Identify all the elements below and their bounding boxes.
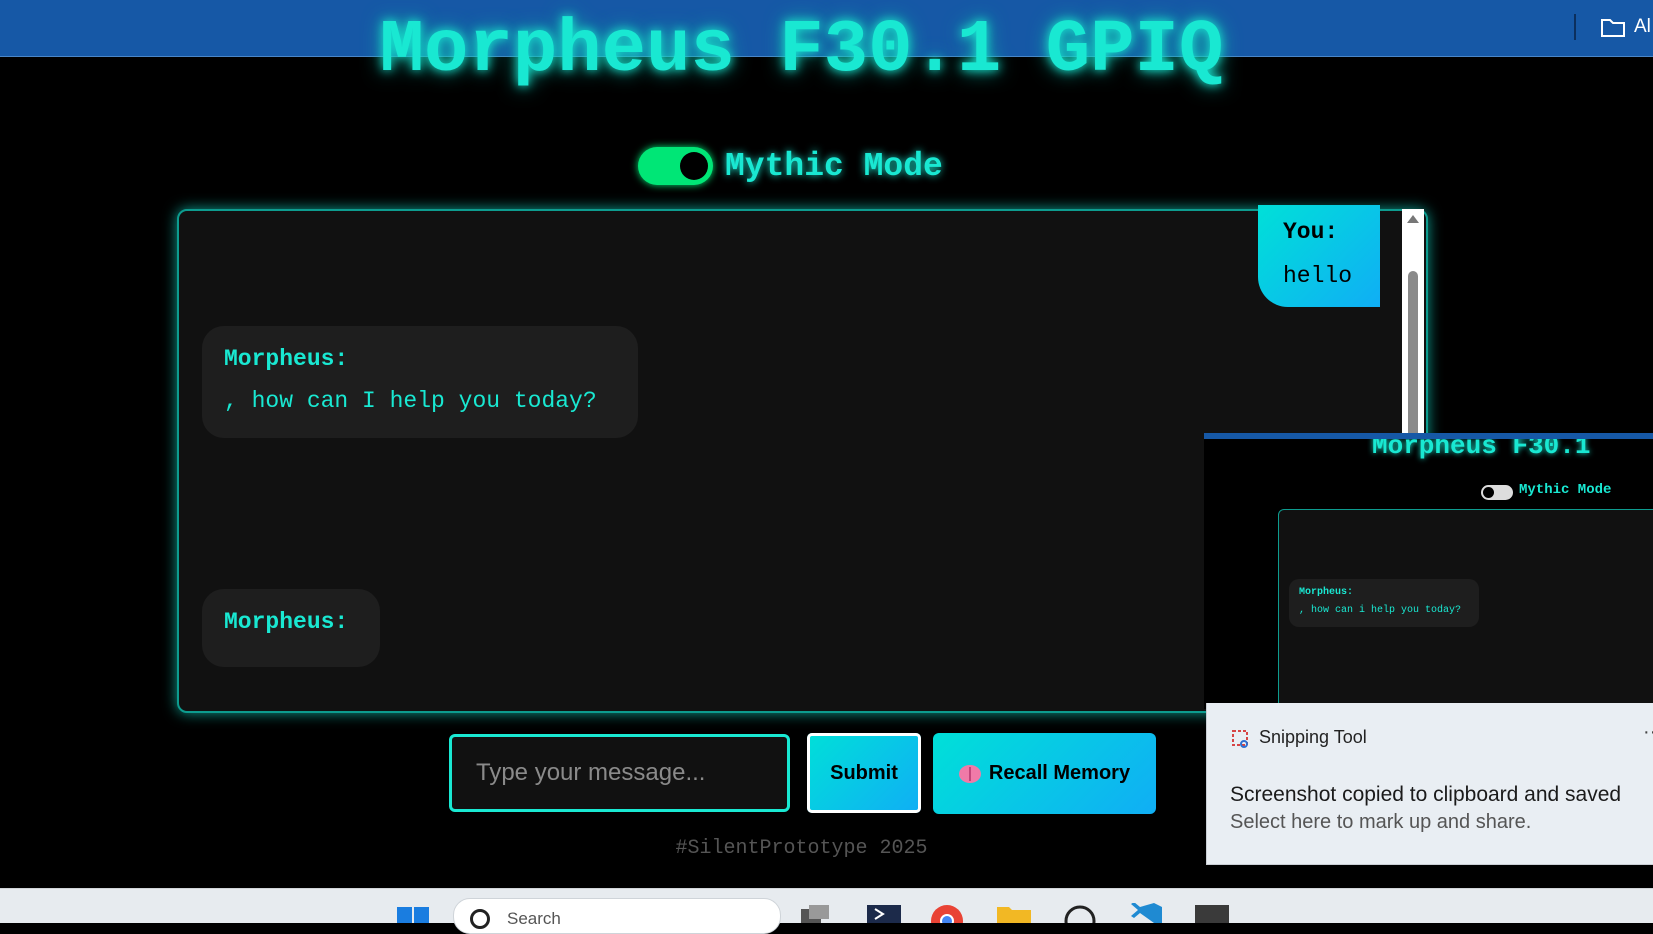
toggle-knob (680, 152, 708, 180)
message-text: , how can I help you today? (224, 388, 597, 414)
bot-message: Morpheus: (202, 589, 380, 667)
more-options-icon[interactable]: ·· (1643, 721, 1653, 744)
snipping-tool-icon (1232, 730, 1248, 748)
message-sender: Morpheus: (224, 609, 349, 635)
chrome-icon[interactable] (930, 903, 964, 923)
notification-app-name: Snipping Tool (1259, 727, 1367, 747)
taskbar-search[interactable]: Search (453, 898, 781, 934)
terminal-icon[interactable] (867, 903, 901, 923)
app-title: Morpheus F30.1 GPIQ (379, 9, 1224, 93)
preview-title: Morpheus F30.1 (1372, 433, 1591, 461)
folder-icon[interactable] (1600, 16, 1626, 38)
chat-scrollbar[interactable] (1402, 209, 1424, 441)
preview-toggle-knob (1483, 487, 1494, 498)
snipping-tool-notification[interactable]: Snipping Tool ·· Screenshot copied to cl… (1206, 703, 1653, 865)
message-text: hello (1283, 263, 1353, 289)
mythic-mode-row: Mythic Mode (638, 147, 943, 185)
recall-memory-label: Recall Memory (988, 762, 1131, 784)
recall-memory-button[interactable]: Recall Memory (933, 733, 1156, 814)
windows-start-icon[interactable] (397, 907, 429, 923)
preview-message-sender: Morpheus: (1299, 587, 1354, 598)
vscode-icon[interactable] (1130, 903, 1164, 923)
preview-message-text: , how can i help you today? (1299, 605, 1462, 616)
brain-icon (958, 764, 981, 783)
chatgpt-icon[interactable] (1063, 903, 1097, 923)
search-icon (470, 909, 490, 929)
preview-bot-message: Morpheus: , how can i help you today? (1289, 579, 1479, 627)
preview-mode-label: Mythic Mode (1519, 482, 1612, 498)
scroll-thumb[interactable] (1408, 271, 1418, 441)
screenshot-preview-thumbnail[interactable]: Morpheus F30.1 Mythic Mode Morpheus: , h… (1204, 433, 1653, 709)
message-sender: You: (1283, 219, 1339, 245)
console-icon[interactable] (1195, 903, 1229, 923)
notification-headline: Screenshot copied to clipboard and saved (1230, 783, 1622, 806)
preview-toggle (1481, 485, 1513, 500)
task-view-icon[interactable] (797, 903, 831, 923)
mythic-mode-label: Mythic Mode (725, 147, 943, 185)
message-sender: Morpheus: (224, 346, 349, 372)
submit-button[interactable]: Submit (804, 730, 924, 816)
search-label: Search (507, 909, 561, 928)
mythic-mode-toggle[interactable] (638, 147, 713, 185)
file-explorer-icon[interactable] (997, 903, 1031, 923)
notification-subtext: Select here to mark up and share. (1230, 811, 1532, 833)
message-input[interactable] (449, 734, 790, 812)
taskbar: Search (0, 888, 1653, 934)
user-message: You: hello (1258, 205, 1380, 307)
scroll-up-arrow-icon[interactable] (1407, 215, 1419, 223)
bot-message: Morpheus: , how can I help you today? (202, 326, 638, 438)
bookmark-folder-label[interactable]: Al (1634, 16, 1651, 38)
